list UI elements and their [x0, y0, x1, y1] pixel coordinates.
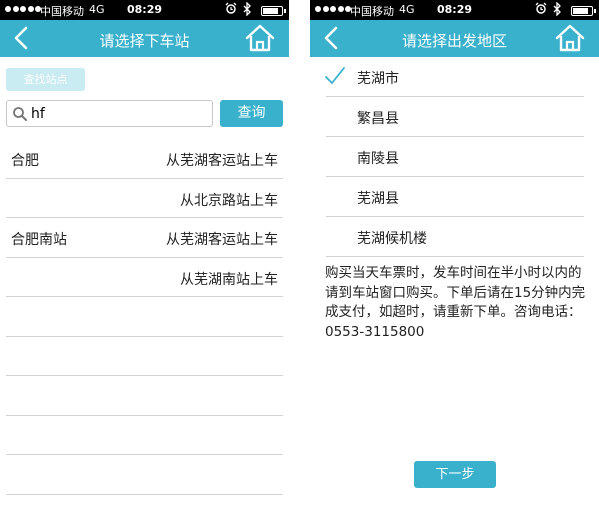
result-row[interactable]: 合肥南站 从芜湖客运站上车 — [6, 218, 283, 258]
station-name: 合肥南站 — [11, 232, 67, 248]
result-row[interactable]: 从北京路站上车 — [6, 179, 283, 218]
empty-row — [6, 297, 283, 337]
boarding-point: 从芜湖客运站上车 — [166, 232, 278, 248]
battery-icon — [261, 6, 286, 16]
app-comparison: 中国移动 4G 08:29 请选择下车站 查找站点 查询 合肥从芜湖客运站上车 … — [0, 0, 599, 512]
alarm-icon — [535, 2, 547, 14]
district-item-fanchang[interactable]: 繁昌县 — [310, 97, 599, 137]
empty-row — [6, 416, 283, 455]
find-station-button[interactable]: 查找站点 — [6, 68, 85, 91]
bluetooth-icon — [553, 2, 561, 16]
result-list: 合肥 从芜湖客运站上车 从北京路站上车 合肥南站 从芜湖客运站上车 从芜湖南站上车 — [6, 139, 283, 495]
select-destination-screen: 中国移动 4G 08:29 请选择下车站 查找站点 查询 合肥从芜湖客运站上车 … — [0, 0, 289, 512]
district-item-wuhu-terminal[interactable]: 芜湖候机楼 — [310, 217, 599, 257]
select-departure-screen: 中国移动 4G 08:29 请选择出发地区 芜湖市 繁昌县 南陵县 芜湖县 芜湖… — [310, 0, 599, 512]
result-row[interactable]: 从芜湖南站上车 — [6, 258, 283, 297]
district-list: 芜湖市 繁昌县 南陵县 芜湖县 芜湖候机楼 — [310, 57, 599, 257]
status-bar: 中国移动 4G 08:29 — [310, 0, 599, 20]
next-step-button[interactable]: 下一步 — [414, 461, 496, 488]
purchase-notice: 购买当天车票时，发车时间在半小时以内的请到车站窗口购买。下单后请在15分钟内完成… — [325, 265, 586, 340]
district-item-wuhu-city[interactable]: 芜湖市 — [310, 57, 599, 97]
divider — [326, 256, 584, 257]
result-row[interactable]: 合肥 从芜湖客运站上车 — [6, 139, 283, 179]
bluetooth-icon — [243, 2, 251, 16]
nav-bar: 请选择出发地区 — [310, 20, 599, 57]
search-field[interactable] — [6, 100, 213, 127]
checkmark-icon — [325, 67, 345, 84]
battery-icon — [571, 6, 596, 16]
boarding-point: 从芜湖南站上车 — [180, 271, 278, 288]
home-icon[interactable] — [245, 24, 275, 52]
search-input[interactable] — [31, 104, 206, 124]
screen-divider — [289, 0, 310, 512]
district-label: 芜湖市 — [357, 71, 399, 87]
home-icon[interactable] — [555, 24, 585, 52]
query-button[interactable]: 查询 — [220, 100, 283, 127]
district-label: 繁昌县 — [357, 111, 399, 127]
empty-row — [6, 455, 283, 495]
empty-row — [6, 337, 283, 376]
empty-row — [6, 376, 283, 416]
boarding-point: 从芜湖客运站上车 — [166, 153, 278, 169]
district-item-wuhu-county[interactable]: 芜湖县 — [310, 177, 599, 217]
district-label: 芜湖县 — [357, 191, 399, 207]
district-label: 南陵县 — [357, 151, 399, 167]
district-item-nanling[interactable]: 南陵县 — [310, 137, 599, 177]
search-icon — [13, 107, 27, 121]
boarding-point: 从北京路站上车 — [180, 192, 278, 209]
alarm-icon — [225, 2, 237, 14]
district-label: 芜湖候机楼 — [357, 231, 427, 247]
nav-bar: 请选择下车站 — [0, 20, 289, 57]
status-bar: 中国移动 4G 08:29 — [0, 0, 289, 20]
station-name: 合肥 — [11, 153, 39, 169]
